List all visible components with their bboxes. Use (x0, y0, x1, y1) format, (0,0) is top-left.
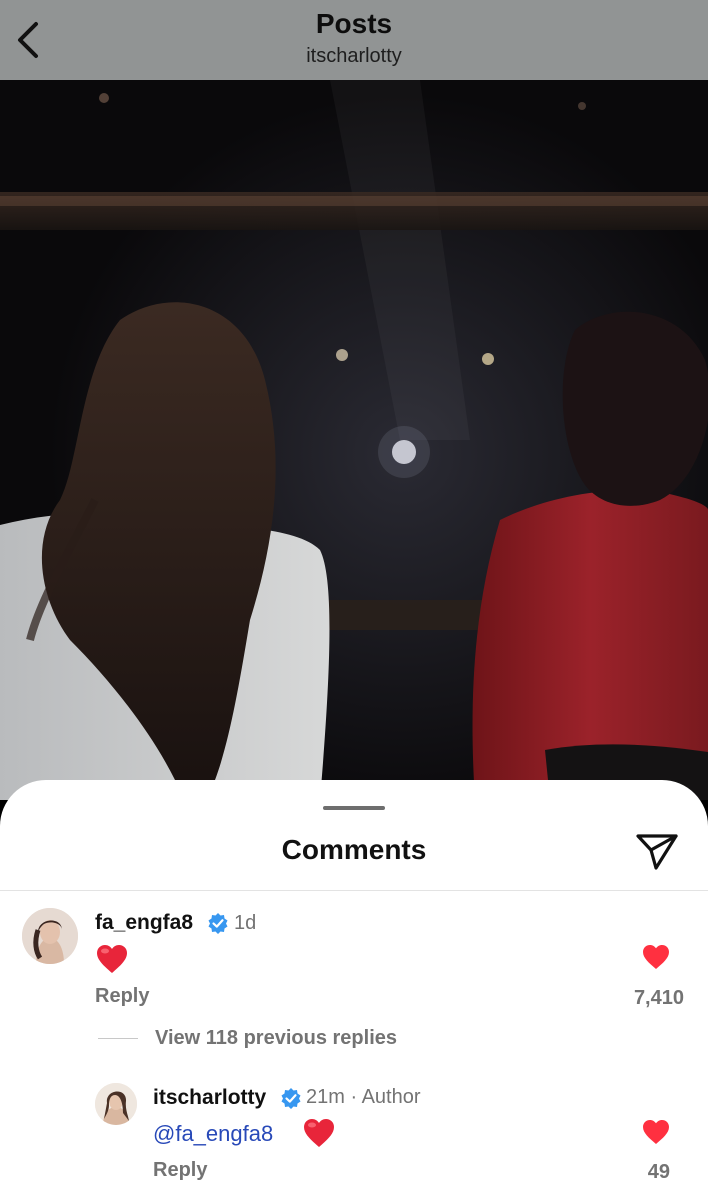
comment-time: 1d (234, 912, 257, 934)
like-count: 7,410 (633, 987, 684, 1009)
heart-icon[interactable] (641, 1118, 671, 1146)
top-nav-bar: Posts itscharlotty (0, 0, 708, 80)
sheet-grabber[interactable] (323, 806, 385, 810)
replies-divider-line (98, 1038, 138, 1039)
sheet-title: Comments (281, 834, 427, 865)
heart-emoji-icon (97, 945, 127, 973)
avatar[interactable] (22, 908, 78, 964)
sheet-divider (0, 890, 708, 891)
paper-plane-icon (636, 834, 678, 870)
comments-sheet: Comments fa_engfa8 1d ❤️ Reply 7,410 (0, 780, 708, 1199)
comment-text: ❤️ (95, 943, 129, 975)
like-count: 49 (647, 1161, 670, 1183)
verified-badge-icon (208, 913, 228, 934)
heart-emoji-icon (304, 1119, 334, 1147)
reply-button[interactable]: Reply (95, 985, 149, 1008)
verified-badge-icon (281, 1088, 301, 1109)
avatar[interactable] (95, 1083, 137, 1125)
reply-text: ❤️ (302, 1117, 336, 1149)
share-button[interactable] (634, 830, 680, 872)
profile-username[interactable]: itscharlotty (0, 45, 708, 68)
view-previous-replies-button[interactable]: View 118 previous replies (155, 1027, 397, 1050)
heart-icon[interactable] (641, 943, 671, 971)
reply-username[interactable]: itscharlotty (153, 1086, 266, 1110)
reply-button[interactable]: Reply (153, 1159, 207, 1182)
comment-username[interactable]: fa_engfa8 (95, 911, 193, 935)
mention-link[interactable]: @fa_engfa8 (153, 1121, 273, 1147)
reply-meta: 21m · Author (306, 1086, 421, 1108)
post-photo[interactable] (0, 80, 708, 800)
page-title: Posts (315, 8, 393, 39)
